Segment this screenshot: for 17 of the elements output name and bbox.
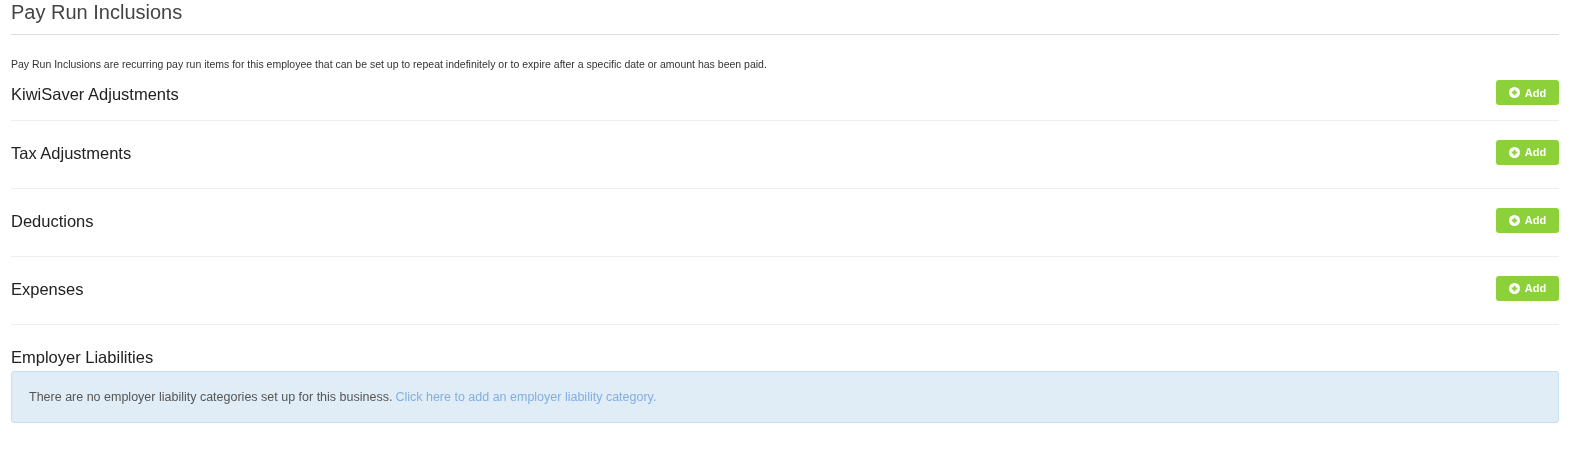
section-heading: Expenses bbox=[11, 280, 84, 299]
plus-circle-icon bbox=[1508, 146, 1520, 158]
add-category-link[interactable]: Click here to add an employer liability category. bbox=[395, 390, 657, 404]
page-title: Pay Run Inclusions bbox=[11, 0, 1559, 35]
add-button[interactable]: Add bbox=[1496, 275, 1559, 301]
section-heading: Employer Liabilities bbox=[11, 348, 155, 367]
plus-circle-icon bbox=[1508, 214, 1520, 226]
alert-message: There are no employer liability categories set up for this business. bbox=[29, 390, 393, 404]
plus-circle-icon bbox=[1508, 282, 1520, 294]
add-button[interactable]: Add bbox=[1496, 139, 1559, 165]
section-heading: Deductions bbox=[11, 212, 94, 231]
section-heading: KiwiSaver Adjustments bbox=[11, 84, 179, 104]
intro-text: Pay Run Inclusions are recurring pay run items for this employee that can be set up to repeat indefinitely or to expire after a specific date or amount has been paid. bbox=[11, 58, 768, 70]
section-heading: Tax Adjustments bbox=[11, 144, 132, 163]
add-button[interactable]: Add bbox=[1496, 80, 1559, 105]
plus-circle-icon bbox=[1508, 87, 1520, 98]
add-button[interactable]: Add bbox=[1496, 207, 1559, 233]
